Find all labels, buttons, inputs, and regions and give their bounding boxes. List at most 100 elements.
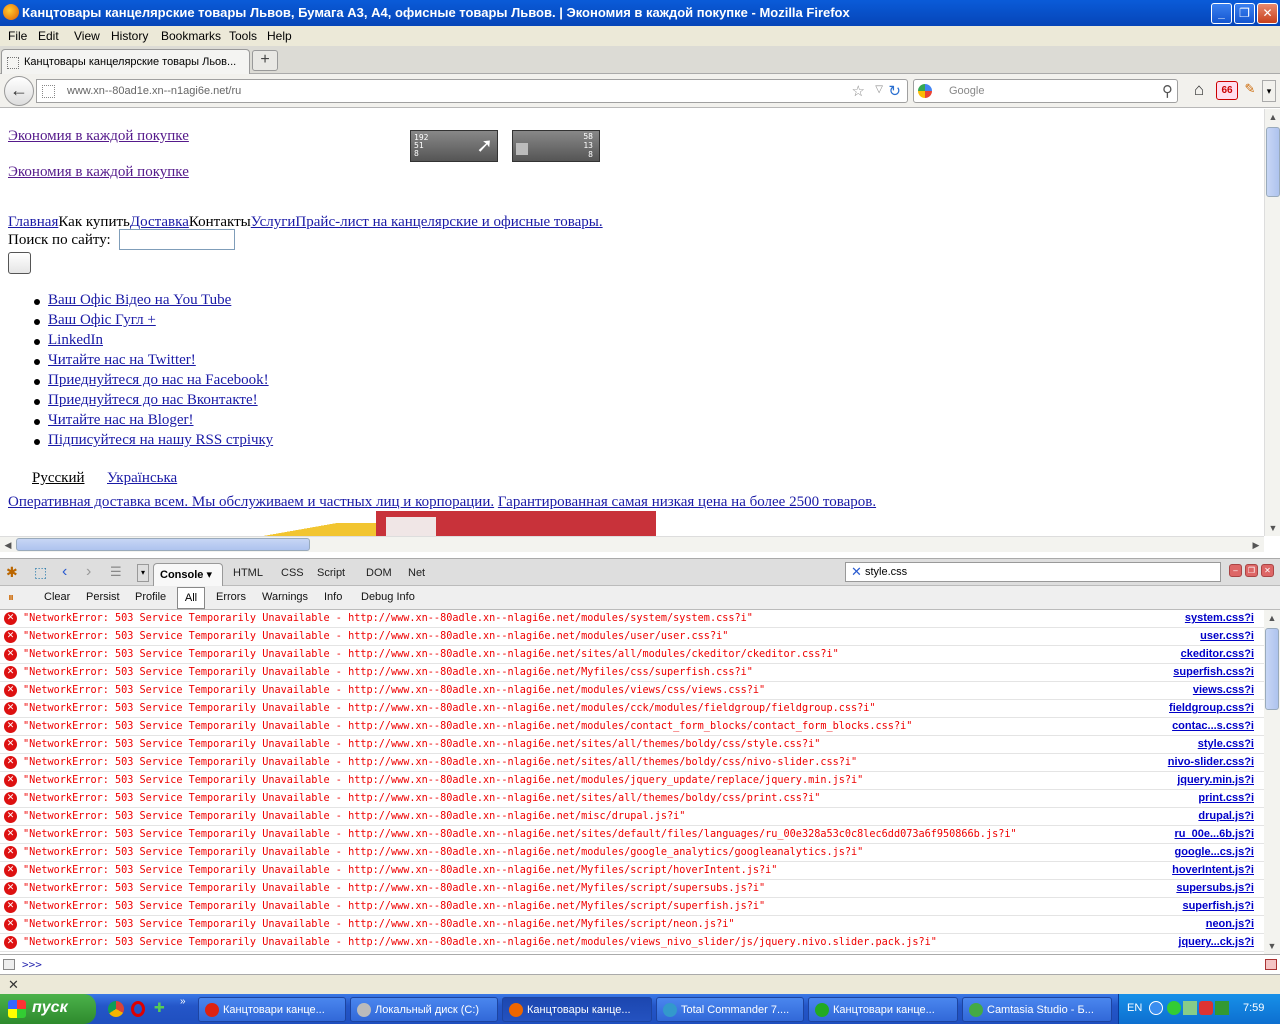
command-editor-icon[interactable] bbox=[3, 959, 15, 970]
log-source-link[interactable]: user.css?i bbox=[1200, 630, 1254, 642]
log-source-link[interactable]: jquery...ck.js?i bbox=[1178, 936, 1254, 948]
forward-arrow-icon[interactable]: › bbox=[86, 563, 91, 581]
filter-errors-button[interactable]: Errors bbox=[216, 591, 246, 603]
facebook-link[interactable]: Приеднуйтеся до нас на Facebook! bbox=[48, 372, 269, 388]
tab-dom[interactable]: DOM bbox=[366, 567, 392, 579]
site-identity-icon[interactable] bbox=[42, 85, 55, 98]
scroll-thumb[interactable] bbox=[1266, 127, 1280, 197]
menu-contacts[interactable]: Контакты bbox=[189, 214, 251, 230]
taskbar-task-button[interactable]: Camtasia Studio - Б... bbox=[962, 997, 1112, 1022]
vkontakte-link[interactable]: Приеднуйтеся до нас Вконтакте! bbox=[48, 392, 258, 408]
log-source-link[interactable]: ru_00e...6b.js?i bbox=[1175, 828, 1254, 840]
menu-services-link[interactable]: Услуги bbox=[251, 214, 296, 230]
scroll-up-icon[interactable]: ▲ bbox=[1264, 610, 1280, 626]
tray-network-icon[interactable] bbox=[1183, 1001, 1197, 1015]
page-vertical-scrollbar[interactable]: ▲ ▼ bbox=[1264, 109, 1280, 536]
linkedin-link[interactable]: LinkedIn bbox=[48, 332, 103, 348]
menu-price-link[interactable]: Прайс-лист на канцелярские и офисные тов… bbox=[295, 214, 602, 230]
price-banner-link[interactable]: Гарантированная самая низкая цена на бол… bbox=[498, 494, 876, 510]
taskbar-task-button[interactable]: Канцтовари канце... bbox=[198, 997, 346, 1022]
close-addon-bar-icon[interactable]: ✕ bbox=[8, 977, 19, 993]
taskbar-task-button[interactable]: Total Commander 7.... bbox=[656, 997, 804, 1022]
panel-dropdown-icon[interactable]: ▾ bbox=[137, 564, 149, 582]
taskbar-task-button[interactable]: Локальный диск (C:) bbox=[350, 997, 498, 1022]
browser-tab[interactable]: Канцтовары канцелярские товары Льов... bbox=[1, 49, 250, 74]
maximize-button[interactable]: ❐ bbox=[1234, 3, 1255, 24]
expand-editor-icon[interactable] bbox=[1265, 959, 1277, 970]
search-bar[interactable]: Google ⚲ bbox=[913, 79, 1178, 103]
log-source-link[interactable]: google...cs.js?i bbox=[1175, 846, 1254, 858]
opera-icon[interactable] bbox=[131, 1001, 145, 1017]
log-source-link[interactable]: superfish.css?i bbox=[1173, 666, 1254, 678]
extension-icon[interactable]: ✎ bbox=[1241, 81, 1259, 99]
back-arrow-icon[interactable]: ‹ bbox=[62, 563, 67, 581]
tray-expand-icon[interactable] bbox=[1149, 1001, 1163, 1015]
console-scrollbar[interactable]: ▲ ▼ bbox=[1264, 610, 1280, 954]
log-source-link[interactable]: fieldgroup.css?i bbox=[1169, 702, 1254, 714]
profile-button[interactable]: Profile bbox=[135, 591, 166, 603]
log-source-link[interactable]: supersubs.js?i bbox=[1176, 882, 1254, 894]
tray-app-icon[interactable] bbox=[1167, 1001, 1181, 1015]
menu-file[interactable]: File bbox=[8, 29, 27, 43]
url-bar[interactable]: www.xn--80ad1e.xn--n1agi6e.net/ru ☆ ▽ ↻ bbox=[36, 79, 908, 103]
language-indicator[interactable]: EN bbox=[1127, 1002, 1142, 1014]
filter-all-button[interactable]: All bbox=[177, 587, 205, 609]
language-ukrainian-link[interactable]: Українська bbox=[107, 470, 177, 487]
bookmark-star-icon[interactable]: ☆ bbox=[852, 82, 865, 100]
slogan-link[interactable]: Экономия в каждой покупке bbox=[8, 128, 189, 145]
log-source-link[interactable]: jquery.min.js?i bbox=[1177, 774, 1254, 786]
delivery-banner-link[interactable]: Оперативная доставка всем. Мы обслуживае… bbox=[8, 494, 494, 510]
google-icon[interactable] bbox=[918, 84, 932, 98]
clear-search-icon[interactable]: ✕ bbox=[851, 564, 862, 580]
log-source-link[interactable]: ckeditor.css?i bbox=[1181, 648, 1254, 660]
visit-counter-badge[interactable]: 192 51 8 ➚ bbox=[410, 130, 498, 162]
firebug-detach-icon[interactable]: ❐ bbox=[1245, 564, 1258, 577]
tab-net[interactable]: Net bbox=[408, 567, 425, 579]
chrome-icon[interactable] bbox=[108, 1001, 124, 1017]
close-button[interactable]: ✕ bbox=[1257, 3, 1278, 24]
break-on-error-icon[interactable]: ⏸ bbox=[8, 590, 24, 606]
menu-delivery-link[interactable]: Доставка bbox=[130, 214, 189, 230]
firebug-close-icon[interactable]: ✕ bbox=[1261, 564, 1274, 577]
log-source-link[interactable]: views.css?i bbox=[1193, 684, 1254, 696]
log-source-link[interactable]: hoverIntent.js?i bbox=[1172, 864, 1254, 876]
log-source-link[interactable]: print.css?i bbox=[1198, 792, 1254, 804]
clear-button[interactable]: Clear bbox=[44, 591, 70, 603]
site-search-button[interactable] bbox=[8, 252, 31, 274]
blogger-link[interactable]: Читайте нас на Bloger! bbox=[48, 412, 194, 428]
menu-bookmarks[interactable]: Bookmarks bbox=[161, 29, 221, 43]
tab-html[interactable]: HTML bbox=[233, 567, 263, 579]
filter-debug-button[interactable]: Debug Info bbox=[361, 591, 415, 603]
taskbar-task-button[interactable]: Канцтовари канце... bbox=[808, 997, 958, 1022]
language-russian[interactable]: Русский bbox=[32, 470, 85, 487]
scroll-down-icon[interactable]: ▼ bbox=[1265, 520, 1280, 536]
taskbar-task-button[interactable]: Канцтовары канце... bbox=[502, 997, 652, 1022]
quicklaunch-more-icon[interactable]: » bbox=[180, 996, 186, 1007]
log-source-link[interactable]: superfish.js?i bbox=[1182, 900, 1254, 912]
site-search-input[interactable] bbox=[119, 229, 235, 250]
app-icon[interactable]: ✚ bbox=[154, 1000, 165, 1016]
start-button[interactable]: пуск bbox=[0, 994, 96, 1024]
list-icon[interactable]: ☰ bbox=[110, 564, 122, 580]
toolbar-overflow-button[interactable]: ▾ bbox=[1262, 80, 1276, 102]
scroll-up-icon[interactable]: ▲ bbox=[1265, 109, 1280, 125]
menu-edit[interactable]: Edit bbox=[38, 29, 59, 43]
inspect-icon[interactable]: ⬚ bbox=[34, 564, 47, 581]
scroll-thumb[interactable] bbox=[16, 538, 310, 551]
tray-antivirus-icon[interactable] bbox=[1199, 1001, 1213, 1015]
filter-info-button[interactable]: Info bbox=[324, 591, 342, 603]
firebug-minimize-icon[interactable]: – bbox=[1229, 564, 1242, 577]
menu-view[interactable]: View bbox=[74, 29, 100, 43]
tab-script[interactable]: Script bbox=[317, 567, 345, 579]
firebug-icon[interactable]: ✱ bbox=[6, 564, 18, 581]
youtube-link[interactable]: Ваш Офіс Відео на You Tube bbox=[48, 292, 231, 308]
log-source-link[interactable]: contac...s.css?i bbox=[1172, 720, 1254, 732]
new-tab-button[interactable]: + bbox=[252, 50, 278, 71]
stats-counter-badge[interactable]: 58 13 8 bbox=[512, 130, 600, 162]
filter-warnings-button[interactable]: Warnings bbox=[262, 591, 308, 603]
home-icon[interactable]: ⌂ bbox=[1186, 80, 1212, 102]
page-horizontal-scrollbar[interactable]: ◀ ▶ bbox=[0, 536, 1264, 552]
scroll-thumb[interactable] bbox=[1265, 628, 1279, 710]
log-source-link[interactable]: nivo-slider.css?i bbox=[1168, 756, 1254, 768]
tab-console[interactable]: Console ▾ bbox=[153, 563, 223, 587]
